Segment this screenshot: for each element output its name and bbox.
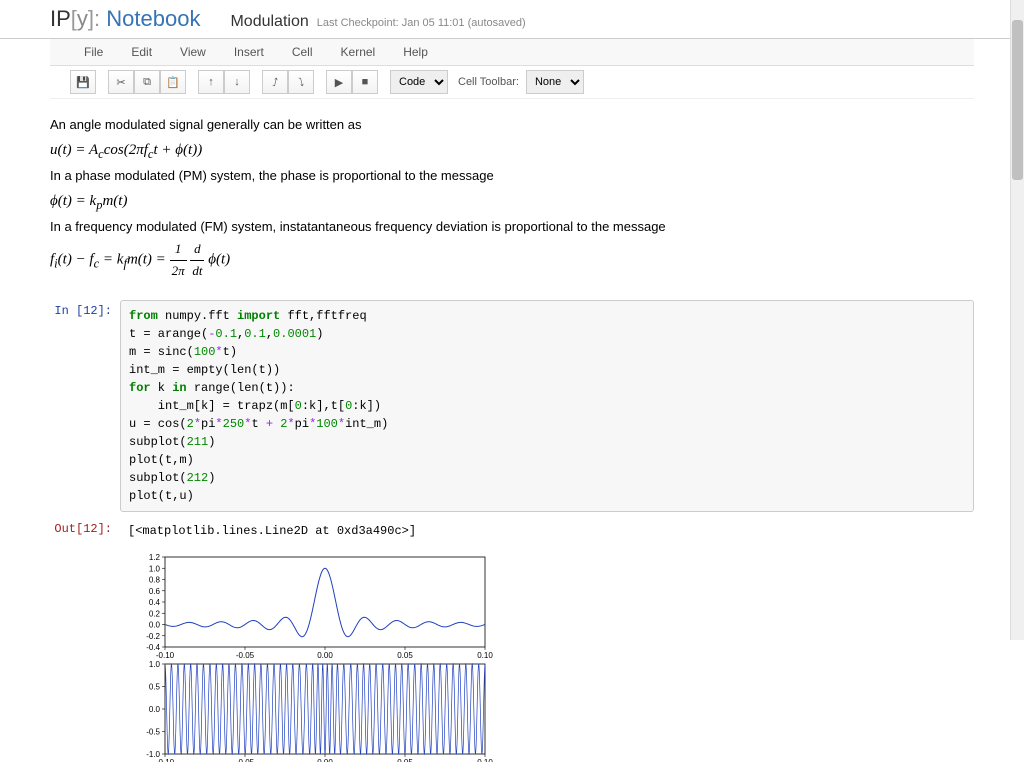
- copy-button[interactable]: ⧉: [134, 70, 160, 94]
- in-prompt: In [12]:: [50, 300, 120, 512]
- step-down-icon: ⭝: [298, 76, 304, 89]
- menu-kernel[interactable]: Kernel: [327, 39, 390, 65]
- menu-cell[interactable]: Cell: [278, 39, 327, 65]
- menu-help[interactable]: Help: [389, 39, 442, 65]
- text-line: In a frequency modulated (FM) system, in…: [50, 217, 974, 238]
- move-down-button[interactable]: ↓: [224, 70, 250, 94]
- checkpoint-text: Last Checkpoint: Jan 05 11:01 (autosaved…: [317, 17, 526, 29]
- logo: IP[y]: Notebook: [50, 6, 200, 32]
- move-up-button[interactable]: ↑: [198, 70, 224, 94]
- text-line: In a phase modulated (PM) system, the ph…: [50, 166, 974, 187]
- header: IP[y]: Notebook Modulation Last Checkpoi…: [0, 0, 1024, 39]
- menu-view[interactable]: View: [166, 39, 220, 65]
- markdown-cell[interactable]: An angle modulated signal generally can …: [50, 109, 974, 294]
- code-cell[interactable]: In [12]: from numpy.fft import fft,fftfr…: [50, 300, 974, 512]
- svg-text:-0.05: -0.05: [236, 651, 255, 660]
- logo-notebook: Notebook: [106, 6, 200, 31]
- svg-text:0.10: 0.10: [477, 651, 493, 660]
- logo-y: y: [77, 6, 88, 31]
- svg-text:0.0: 0.0: [149, 705, 161, 714]
- svg-text:0.00: 0.00: [317, 758, 333, 762]
- svg-text:0.8: 0.8: [149, 575, 161, 584]
- cut-button[interactable]: ✂: [108, 70, 134, 94]
- save-icon: 💾: [76, 76, 90, 89]
- text-line: An angle modulated signal generally can …: [50, 115, 974, 136]
- cell-toolbar-select[interactable]: None: [526, 70, 584, 94]
- notebook-name[interactable]: Modulation: [230, 13, 308, 31]
- svg-text:1.0: 1.0: [149, 660, 161, 669]
- run-above-button[interactable]: ⭜: [262, 70, 288, 94]
- cell-type-select[interactable]: Code: [390, 70, 448, 94]
- svg-text:-0.2: -0.2: [146, 632, 160, 641]
- play-icon: ▶: [335, 76, 343, 89]
- arrow-up-icon: ↑: [208, 76, 214, 88]
- scroll-thumb[interactable]: [1012, 20, 1023, 180]
- menu-file[interactable]: File: [70, 39, 117, 65]
- svg-text:0.2: 0.2: [149, 609, 161, 618]
- toolbar: 💾 ✂ ⧉ 📋 ↑ ↓ ⭜ ⭝ ▶ ■ Code Cell Toolbar: N…: [50, 66, 974, 99]
- step-up-icon: ⭜: [272, 76, 278, 89]
- cut-icon: ✂: [116, 76, 125, 89]
- paste-button[interactable]: 📋: [160, 70, 186, 94]
- matplotlib-figure: -0.4-0.20.00.20.40.60.81.01.2-0.10-0.050…: [120, 552, 500, 762]
- output-plot: -0.4-0.20.00.20.40.60.81.01.2-0.10-0.050…: [120, 552, 974, 762]
- run-button[interactable]: ▶: [326, 70, 352, 94]
- svg-text:0.10: 0.10: [477, 758, 493, 762]
- svg-text:1.2: 1.2: [149, 553, 161, 562]
- notebook-container: An angle modulated signal generally can …: [0, 99, 1024, 782]
- svg-text:0.05: 0.05: [397, 758, 413, 762]
- cell-toolbar-label: Cell Toolbar:: [458, 76, 519, 88]
- equation: ϕ(t) = kpm(t): [50, 189, 974, 215]
- svg-text:-0.5: -0.5: [146, 727, 160, 736]
- equation: u(t) = Accos(2πfct + ϕ(t)): [50, 138, 974, 164]
- svg-text:0.5: 0.5: [149, 682, 161, 691]
- svg-text:-0.10: -0.10: [156, 758, 175, 762]
- scrollbar[interactable]: [1010, 0, 1024, 640]
- svg-text:0.05: 0.05: [397, 651, 413, 660]
- menu-edit[interactable]: Edit: [117, 39, 166, 65]
- svg-text:0.0: 0.0: [149, 620, 161, 629]
- svg-text:0.6: 0.6: [149, 587, 161, 596]
- svg-text:0.00: 0.00: [317, 651, 333, 660]
- interrupt-button[interactable]: ■: [352, 70, 378, 94]
- run-below-button[interactable]: ⭝: [288, 70, 314, 94]
- stop-icon: ■: [362, 76, 369, 88]
- logo-bracket2: ]:: [88, 6, 100, 31]
- menubar: File Edit View Insert Cell Kernel Help: [50, 39, 974, 66]
- save-button[interactable]: 💾: [70, 70, 96, 94]
- paste-icon: 📋: [166, 76, 180, 89]
- output-cell: Out[12]: [<matplotlib.lines.Line2D at 0x…: [50, 518, 974, 544]
- svg-text:1.0: 1.0: [149, 564, 161, 573]
- code-input[interactable]: from numpy.fft import fft,fftfreq t = ar…: [120, 300, 974, 512]
- menu-insert[interactable]: Insert: [220, 39, 278, 65]
- svg-text:-0.10: -0.10: [156, 651, 175, 660]
- equation: fi(t) − fc = kfm(t) = 12π ddt ϕ(t): [50, 239, 974, 282]
- logo-ip: IP: [50, 6, 71, 31]
- svg-text:0.4: 0.4: [149, 598, 161, 607]
- out-prompt: Out[12]:: [50, 518, 120, 544]
- svg-text:-0.05: -0.05: [236, 758, 255, 762]
- arrow-down-icon: ↓: [234, 76, 240, 88]
- output-text: [<matplotlib.lines.Line2D at 0xd3a490c>]: [120, 518, 974, 544]
- copy-icon: ⧉: [143, 76, 151, 89]
